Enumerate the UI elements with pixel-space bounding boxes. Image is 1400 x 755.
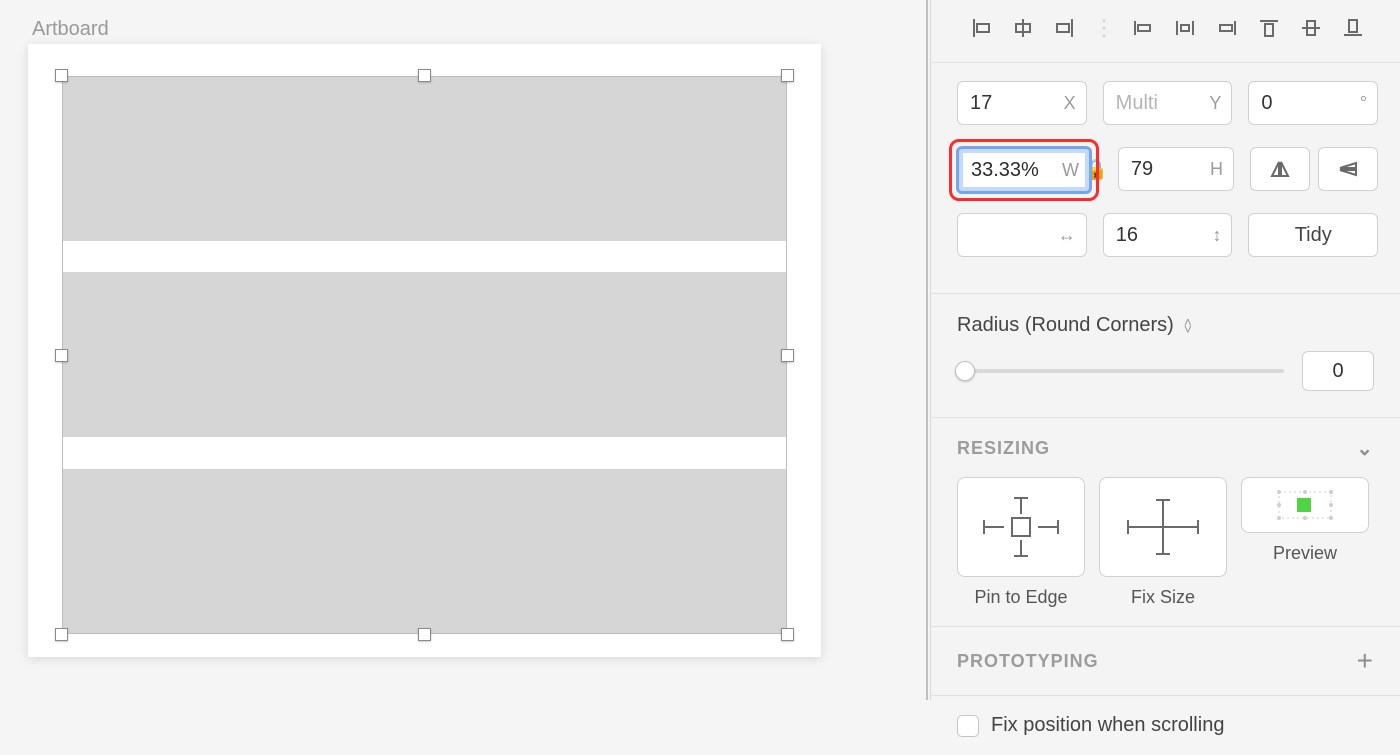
transform-section: 17 X Multi Y 0 ° 33.33% W bbox=[931, 63, 1400, 294]
rotation-value: 0 bbox=[1261, 92, 1272, 115]
distribute-hleft-button[interactable] bbox=[1127, 12, 1159, 44]
add-prototype-button[interactable]: + bbox=[1357, 645, 1374, 677]
rotation-suffix: ° bbox=[1360, 93, 1367, 114]
resize-handle-w[interactable] bbox=[55, 349, 68, 362]
selection-bounds bbox=[62, 76, 787, 634]
radius-stepper-icon[interactable]: ˄˅ bbox=[1184, 319, 1192, 333]
height-value: 79 bbox=[1131, 158, 1153, 181]
resize-handle-nw[interactable] bbox=[55, 69, 68, 82]
y-input[interactable]: Multi Y bbox=[1103, 81, 1233, 125]
width-input[interactable]: 33.33% W bbox=[956, 146, 1092, 194]
resize-handle-s[interactable] bbox=[418, 628, 431, 641]
radius-label: Radius (Round Corners) bbox=[957, 314, 1174, 337]
resize-handle-e[interactable] bbox=[781, 349, 794, 362]
flip-horizontal-button[interactable] bbox=[1250, 147, 1310, 191]
flip-vertical-button[interactable] bbox=[1318, 147, 1378, 191]
vertical-spacing-input[interactable]: 16 ↕ bbox=[1103, 213, 1233, 257]
fix-position-label: Fix position when scrolling bbox=[991, 714, 1224, 737]
alignment-toolbar: ⋮ bbox=[931, 0, 1400, 63]
y-suffix: Y bbox=[1209, 93, 1221, 114]
canvas-area[interactable]: Artboard bbox=[0, 0, 920, 700]
align-hcenter-button[interactable] bbox=[1007, 12, 1039, 44]
distribute-hcenter-button[interactable] bbox=[1169, 12, 1201, 44]
artboard-label: Artboard bbox=[32, 18, 109, 41]
height-suffix: H bbox=[1210, 159, 1223, 180]
width-input-callout: 33.33% W bbox=[949, 139, 1099, 201]
resize-handle-n[interactable] bbox=[418, 69, 431, 82]
width-value: 33.33% bbox=[971, 159, 1039, 182]
align-bottom-button[interactable] bbox=[1337, 12, 1369, 44]
radius-slider[interactable] bbox=[957, 369, 1284, 373]
resizing-header: RESIZING bbox=[957, 438, 1050, 459]
x-value: 17 bbox=[970, 92, 992, 115]
align-vcenter-button[interactable] bbox=[1295, 12, 1327, 44]
fix-size-label: Fix Size bbox=[1099, 587, 1227, 608]
x-suffix: X bbox=[1064, 93, 1076, 114]
radius-slider-thumb[interactable] bbox=[955, 361, 975, 381]
chevron-down-icon[interactable]: ⌄ bbox=[1356, 436, 1374, 461]
radius-input[interactable]: 0 bbox=[1302, 351, 1374, 391]
x-input[interactable]: 17 X bbox=[957, 81, 1087, 125]
v-spacing-value: 16 bbox=[1116, 224, 1138, 247]
artboard[interactable] bbox=[28, 44, 821, 657]
height-input[interactable]: 79 H bbox=[1118, 147, 1234, 191]
fix-size-control[interactable] bbox=[1099, 477, 1227, 577]
rotation-input[interactable]: 0 ° bbox=[1248, 81, 1378, 125]
resizing-section: RESIZING ⌄ Pin to Edge bbox=[931, 418, 1400, 627]
resize-h-icon: ↔ bbox=[1058, 225, 1076, 246]
toolbar-separator: ⋮ bbox=[1091, 15, 1117, 41]
resize-handle-sw[interactable] bbox=[55, 628, 68, 641]
horizontal-spacing-input[interactable]: ↔ bbox=[957, 213, 1087, 257]
tidy-button[interactable]: Tidy bbox=[1248, 213, 1378, 257]
y-placeholder: Multi bbox=[1116, 92, 1158, 115]
distribute-hright-button[interactable] bbox=[1211, 12, 1243, 44]
radius-section: Radius (Round Corners) ˄˅ 0 bbox=[931, 294, 1400, 418]
align-right-button[interactable] bbox=[1049, 12, 1081, 44]
resize-handle-se[interactable] bbox=[781, 628, 794, 641]
fix-position-row: Fix position when scrolling bbox=[931, 696, 1400, 755]
pin-to-edge-control[interactable] bbox=[957, 477, 1085, 577]
align-left-button[interactable] bbox=[965, 12, 997, 44]
width-suffix: W bbox=[1062, 160, 1079, 181]
pin-to-edge-label: Pin to Edge bbox=[957, 587, 1085, 608]
resize-handle-ne[interactable] bbox=[781, 69, 794, 82]
inspector-panel: ⋮ 17 X Multi Y 0 ° bbox=[930, 0, 1400, 700]
prototyping-section: PROTOTYPING + bbox=[931, 627, 1400, 696]
panel-divider bbox=[926, 0, 928, 700]
resize-v-icon: ↕ bbox=[1212, 225, 1221, 246]
resizing-preview[interactable] bbox=[1241, 477, 1369, 533]
lock-aspect-icon[interactable]: 🔒 bbox=[1083, 157, 1108, 182]
align-top-button[interactable] bbox=[1253, 12, 1285, 44]
fix-position-checkbox[interactable] bbox=[957, 715, 979, 737]
preview-label: Preview bbox=[1241, 543, 1369, 564]
prototyping-header: PROTOTYPING bbox=[957, 651, 1099, 672]
